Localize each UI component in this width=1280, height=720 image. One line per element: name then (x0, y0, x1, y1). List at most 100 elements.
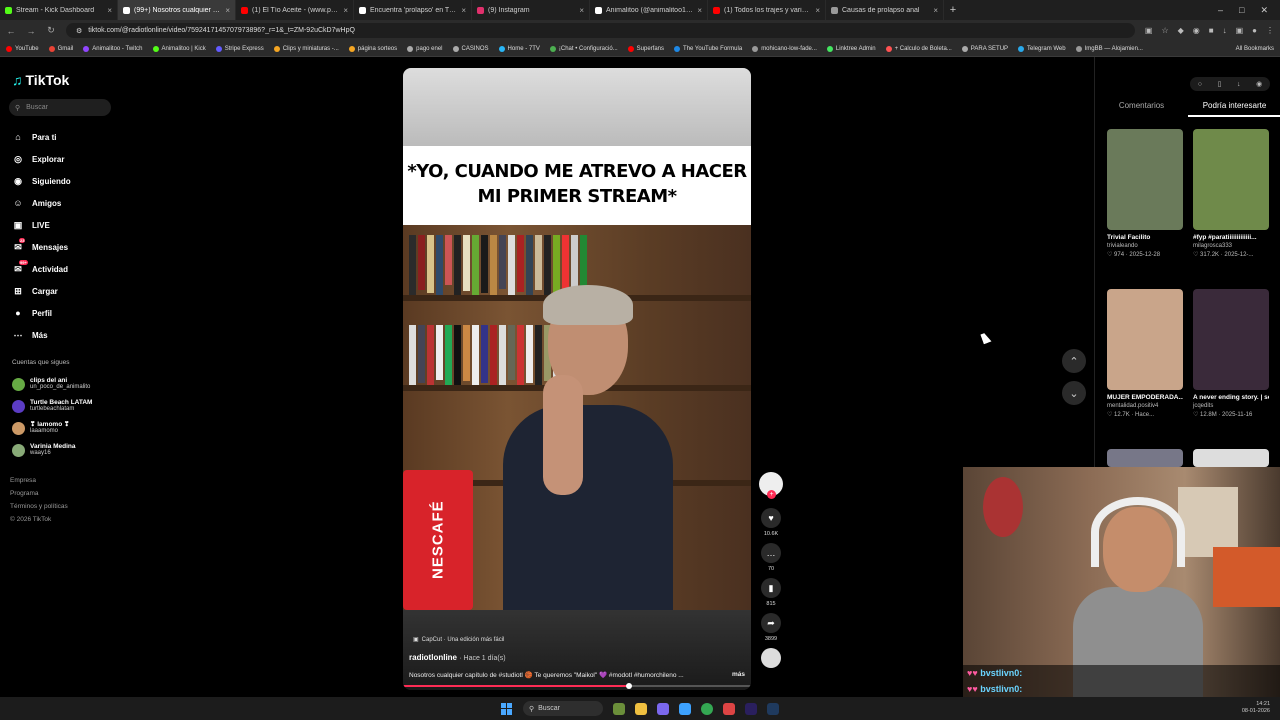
card-author[interactable]: milagrosca333 (1193, 242, 1269, 251)
video-thumbnail[interactable] (1107, 289, 1183, 390)
close-tab-icon[interactable]: × (933, 6, 938, 15)
taskbar-search[interactable]: ⚲ Buscar (523, 701, 603, 716)
close-tab-icon[interactable]: × (343, 6, 348, 15)
card-author[interactable]: mentalidad.positiv4 (1107, 402, 1183, 411)
extension-icon[interactable]: ■ (1209, 26, 1214, 35)
url-field[interactable]: ⚙ tiktok.com/@radiotlonline/video/759241… (66, 23, 1135, 38)
sidebar-item-compass[interactable]: ◎ Explorar (12, 148, 112, 170)
close-tab-icon[interactable]: × (579, 6, 584, 15)
bookmark-item[interactable]: ImgBB — Alojamien... (1075, 45, 1143, 52)
account-icon[interactable]: ◉ (1256, 80, 1262, 88)
video-thumbnail[interactable] (1107, 129, 1183, 230)
app-icon[interactable] (723, 702, 735, 715)
puzzle-icon[interactable]: ▣ (1236, 26, 1244, 35)
close-tab-icon[interactable]: × (225, 6, 230, 15)
sidebar-item-live[interactable]: ▣ LIVE (12, 214, 112, 236)
browser-tab[interactable]: (1) Todos los trajes y variacione... × (708, 0, 826, 20)
bookmark-item[interactable]: The YouTube Formula (674, 45, 742, 52)
bookmark-item[interactable]: ¡Chat • Configuració... (549, 45, 618, 52)
bookmark-item[interactable]: Home - 7TV (498, 45, 540, 52)
browser-tab[interactable]: (99+) Nosotros cualquier ca... × (118, 0, 236, 20)
app-icon[interactable] (679, 702, 691, 715)
recommended-video-card[interactable]: MUJER EMPODERADA... mentalidad.positiv4 ♡ … (1107, 289, 1183, 420)
windows-start-icon[interactable] (501, 702, 513, 715)
menu-icon[interactable]: ⋮ (1266, 26, 1274, 35)
bookmark-item[interactable]: PARA SETUP (961, 45, 1008, 52)
bookmark-item[interactable]: + Calculo de Boleta... (885, 45, 952, 52)
close-tab-icon[interactable]: × (697, 6, 702, 15)
video-thumbnail[interactable] (1193, 449, 1269, 467)
comment-button[interactable]: … 70 (757, 543, 785, 572)
sidebar-item-following[interactable]: ◉ Siguiendo (12, 170, 112, 192)
bookmark-item[interactable]: Superfans (627, 45, 664, 52)
card-author[interactable]: jcqedits (1193, 402, 1269, 411)
bookmark-item[interactable]: YouTube (6, 45, 39, 52)
sidebar-item-friends[interactable]: ☺ Amigos (12, 192, 112, 214)
video-thumbnail[interactable] (1193, 129, 1269, 230)
download-icon[interactable]: ↓ (1237, 81, 1241, 88)
bookmark-item[interactable]: Animalitoo | Kick (152, 45, 206, 52)
cast-icon[interactable]: ▣ (1145, 26, 1153, 35)
more-link[interactable]: más (732, 671, 745, 678)
browser-tab[interactable]: Animalitoo (@animalitoo1) | Ti... × (590, 0, 708, 20)
back-icon[interactable]: ← (6, 26, 16, 36)
followed-account[interactable]: Turtle Beach LATAM turtlebeachlatam (12, 395, 117, 417)
browser-tab[interactable]: Stream - Kick Dashboard × (0, 0, 118, 20)
footer-link[interactable]: Empresa (10, 474, 68, 487)
all-bookmarks-button[interactable]: All Bookmarks (1236, 46, 1274, 52)
bookmark-item[interactable]: pago enel (407, 45, 443, 52)
downloads-icon[interactable]: ↓ (1223, 26, 1227, 35)
sidebar-item-home[interactable]: ⌂ Para ti (12, 126, 112, 148)
bookmark-item[interactable]: Telegram Web (1018, 45, 1066, 52)
profile-avatar-icon[interactable]: ● (1252, 26, 1257, 35)
device-icon[interactable]: ▯ (1218, 80, 1222, 88)
browser-tab[interactable]: (9) Instagram × (472, 0, 590, 20)
author-name[interactable]: radiotlonline (409, 653, 457, 662)
recommended-video-card[interactable] (1107, 449, 1183, 467)
scroll-up-button[interactable]: ⌃ (1062, 349, 1086, 373)
share-button[interactable]: ➦ 3899 (757, 613, 785, 642)
bookmark-item[interactable]: Linktree Admin (826, 45, 876, 52)
extension-icon[interactable]: ◉ (1193, 26, 1200, 35)
tab-comments[interactable]: Comentarios (1095, 101, 1188, 117)
video-thumbnail[interactable] (1107, 449, 1183, 467)
capcut-tag[interactable]: ▣ CapCut · Una edición más fácil (413, 636, 504, 644)
sidebar-item-upload[interactable]: ⊞ Cargar (12, 280, 112, 302)
followed-account[interactable]: Varinia Medina waay16 (12, 439, 117, 461)
recommended-video-card[interactable]: #fyp #paratiiiiiiiiiiiii... milagrosca333… (1193, 129, 1269, 260)
like-button[interactable]: ♥ 10.6K (757, 508, 785, 537)
bookmark-item[interactable]: CASINOS (452, 45, 489, 52)
premiere-icon[interactable] (745, 702, 757, 715)
sidebar-item-messages[interactable]: ✉ 23 Mensajes (12, 236, 112, 258)
browser-tab[interactable]: (1) El Tío Aceite - (www.paraca... × (236, 0, 354, 20)
widget-icon[interactable] (613, 702, 625, 715)
video-progress-bar[interactable] (403, 683, 751, 689)
site-info-icon[interactable]: ⚙ (76, 27, 82, 35)
bookmark-item[interactable]: Gmail (48, 45, 73, 52)
video-player[interactable]: *YO, CUANDO ME ATREVO A HACER MI PRIMER … (403, 68, 751, 690)
file-explorer-icon[interactable] (635, 702, 647, 715)
close-tab-icon[interactable]: × (815, 6, 820, 15)
star-icon[interactable]: ☆ (1161, 26, 1168, 35)
card-author[interactable]: trivialeando (1107, 242, 1183, 251)
browser-tab[interactable]: Causas de prolapso anal × (826, 0, 944, 20)
bookmark-item[interactable]: mohicano-low-fade... (752, 45, 817, 52)
app-icon[interactable] (657, 702, 669, 715)
bookmark-item[interactable]: Clips y miniaturas -... (273, 45, 339, 52)
recommended-video-card[interactable]: Trivial Facilito trivialeando ♡ 974 · 2025… (1107, 129, 1183, 260)
browser-tab[interactable]: Encuentra 'prolapso' en TikTok × (354, 0, 472, 20)
system-clock[interactable]: 14:21 08-01-2026 (1242, 701, 1270, 715)
tiktok-logo[interactable]: ♫ TikTok (12, 72, 69, 88)
recommended-video-card[interactable]: A never ending story. | scp:...jcqedits♡… (1193, 289, 1269, 420)
close-window-icon[interactable]: ✕ (1260, 5, 1268, 16)
recommended-video-card[interactable] (1193, 449, 1269, 467)
scroll-down-button[interactable]: ⌄ (1062, 381, 1086, 405)
video-author[interactable]: radiotlonline · Hace 1 día(s) (409, 653, 506, 662)
video-thumbnail[interactable] (1193, 289, 1269, 390)
sidebar-item-profile[interactable]: ● Perfil (12, 302, 112, 324)
save-button[interactable]: ▮ 815 (757, 578, 785, 607)
maximize-icon[interactable]: □ (1239, 5, 1244, 15)
minimize-icon[interactable]: – (1218, 5, 1223, 15)
footer-link[interactable]: Términos y políticas (10, 500, 68, 513)
forward-icon[interactable]: → (26, 26, 36, 36)
